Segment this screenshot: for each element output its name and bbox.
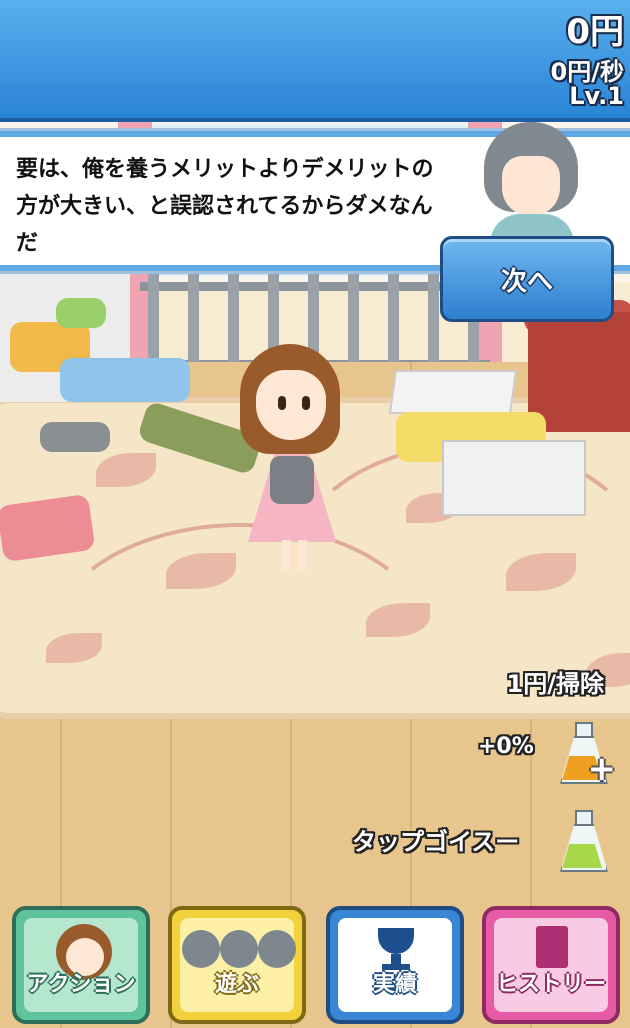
money-counter: 0円 bbox=[566, 12, 624, 52]
player-level: Lv.1 bbox=[569, 82, 624, 110]
achievements-label: 実績 bbox=[372, 972, 417, 997]
orange-flask-plus-icon[interactable]: + bbox=[556, 722, 616, 786]
status-header: 0円 0円/秒 Lv.1 bbox=[0, 0, 630, 122]
green-towel bbox=[56, 298, 106, 328]
red-sofa bbox=[528, 312, 630, 432]
green-yen-flask-icon[interactable] bbox=[556, 810, 608, 872]
history-button[interactable]: ヒストリー bbox=[482, 906, 620, 1024]
yen-per-clean: 1円/掃除 bbox=[506, 670, 604, 698]
boy-face-icon-3 bbox=[258, 930, 296, 968]
girl-character[interactable] bbox=[232, 344, 352, 574]
blue-cloth bbox=[60, 358, 190, 402]
play-label: 遊ぶ bbox=[214, 972, 259, 997]
action-button[interactable]: アクション bbox=[12, 906, 150, 1024]
boy-face-icon-2 bbox=[220, 930, 258, 968]
tap-goisu-label: タップゴイスー bbox=[352, 828, 520, 856]
notebook-icon bbox=[536, 926, 568, 968]
gray-pants bbox=[40, 422, 110, 452]
next-button[interactable]: 次へ bbox=[440, 236, 614, 322]
achievements-button[interactable]: 実績 bbox=[326, 906, 464, 1024]
history-label: ヒストリー bbox=[495, 972, 606, 997]
speaker-portrait bbox=[476, 118, 586, 236]
play-button[interactable]: 遊ぶ bbox=[168, 906, 306, 1024]
trophy-stem bbox=[391, 954, 401, 964]
bonus-percent: +0% bbox=[478, 734, 534, 759]
action-label: アクション bbox=[26, 972, 136, 997]
boy-face-icon-1 bbox=[182, 930, 220, 968]
low-table-front bbox=[442, 440, 586, 516]
dialog-text: 要は、俺を養うメリットよりデメリットの方が大きい、と誤認されてるからダメなんだ bbox=[16, 157, 434, 256]
low-table-back bbox=[388, 370, 518, 414]
